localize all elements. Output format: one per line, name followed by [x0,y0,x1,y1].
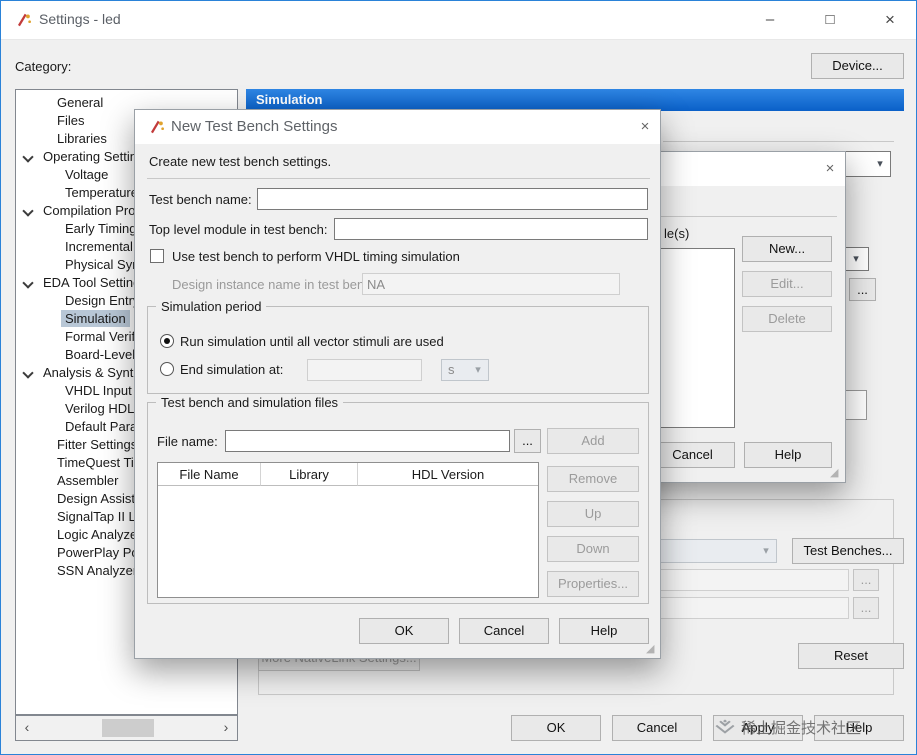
juejin-logo-icon [715,717,735,737]
watermark-text: 稀土掘金技术社区 [741,719,862,737]
watermark: 稀土掘金技术社区 [715,715,861,739]
simulation-period-group-label: Simulation period [156,299,267,314]
chevron-down-icon[interactable] [22,367,34,379]
design-instance-input[interactable] [362,273,620,295]
format-combobox-fragment[interactable]: ▾ [843,247,869,271]
tree-item-label: General [57,95,104,110]
down-button[interactable]: Down [547,536,639,562]
tree-item-label: SSN Analyzer [57,563,138,578]
vhdl-timing-checkbox[interactable] [150,249,164,263]
file-name-label: File name: [157,434,218,449]
chevron-down-icon[interactable]: ▾ [870,152,890,176]
tree-item-label: VHDL Input [65,383,132,398]
resize-grip[interactable]: ◢ [646,644,654,655]
tree-item-label: Fitter Settings [57,437,138,452]
output-directory-browse-button[interactable]: ... [849,278,876,301]
scroll-right-icon[interactable]: › [217,720,235,736]
end-time-input[interactable] [307,359,422,381]
file-name-input[interactable] [225,430,510,452]
test-benches-button[interactable]: Test Benches... [792,538,904,564]
test-bench-name-input[interactable] [257,188,648,210]
design-instance-label: Design instance name in test bench: [172,277,382,292]
cancel-button[interactable]: Cancel [612,715,702,741]
end-simulation-at-radio[interactable] [160,362,174,376]
run-until-stimuli-radio[interactable] [160,334,174,348]
remove-button[interactable]: Remove [547,466,639,492]
app-icon [15,11,33,29]
label-fragment: le(s) [664,226,690,241]
ok-button[interactable]: OK [359,618,449,644]
page-separator [663,141,894,142]
files-table[interactable]: File Name Library HDL Version [157,462,539,598]
reset-button[interactable]: Reset [798,643,904,669]
minimize-icon[interactable]: – [753,8,787,32]
window-titlebar[interactable]: Settings - led – □ × [1,1,916,40]
dialog-intro-text: Create new test bench settings. [149,154,332,169]
category-label: Category: [15,59,72,74]
close-icon[interactable]: × [818,158,842,180]
chevron-down-icon[interactable]: ▾ [756,540,776,562]
up-button[interactable]: Up [547,501,639,527]
dialog-titlebar[interactable]: New Test Bench Settings × [135,110,660,144]
add-button[interactable]: Add [547,428,639,454]
help-button[interactable]: Help [559,618,649,644]
tree-item-label: Assembler [57,473,119,488]
time-unit-combobox[interactable]: s ▾ [441,359,489,381]
tree-item-label: Voltage [65,167,109,182]
time-unit-value: s [448,362,455,377]
resize-grip[interactable]: ◢ [830,468,838,479]
ok-button[interactable]: OK [511,715,601,741]
tree-item-label: Simulation [61,310,130,327]
delete-button[interactable]: Delete [742,306,832,332]
script-browse-button[interactable]: ... [853,569,879,591]
files-group-label: Test bench and simulation files [156,395,344,410]
top-level-module-input[interactable] [334,218,648,240]
help-button[interactable]: Help [744,442,832,468]
run-until-stimuli-label: Run simulation until all vector stimuli … [180,334,444,349]
file-browse-button[interactable]: ... [514,429,541,453]
window-title: Settings - led [39,11,121,27]
app-icon [148,118,166,136]
close-icon[interactable]: × [633,116,657,138]
new-test-bench-settings-dialog: New Test Bench Settings × Create new tes… [134,109,661,659]
column-header-hdl-version: HDL Version [358,463,538,486]
script-browse-button-2[interactable]: ... [853,597,879,619]
tree-item-label: Libraries [57,131,107,146]
dialog-title: New Test Bench Settings [171,118,338,135]
test-bench-name-label: Test bench name: [149,192,252,207]
column-header-library: Library [261,463,358,486]
dialog-separator [147,178,650,179]
top-level-module-label: Top level module in test bench: [149,222,328,237]
close-icon[interactable]: × [873,8,907,32]
tree-horizontal-scrollbar[interactable]: ‹ › [15,715,238,741]
maximize-icon[interactable]: □ [813,8,847,32]
chevron-down-icon[interactable] [22,277,34,289]
cancel-button[interactable]: Cancel [650,442,735,468]
end-simulation-at-label: End simulation at: [180,362,284,377]
scrollbar-thumb[interactable] [102,719,154,737]
cancel-button[interactable]: Cancel [459,618,549,644]
edit-button[interactable]: Edit... [742,271,832,297]
vhdl-timing-checkbox-label: Use test bench to perform VHDL timing si… [172,249,460,264]
section-header: Simulation [246,89,904,111]
scroll-left-icon[interactable]: ‹ [18,720,36,736]
settings-window: Settings - led – □ × Category: Device...… [0,0,917,755]
tree-item-label: Files [57,113,85,128]
column-header-file-name: File Name [158,463,261,486]
new-button[interactable]: New... [742,236,832,262]
chevron-down-icon[interactable]: ▾ [844,248,868,270]
tree-item-label: Board-Level [65,347,136,362]
tree-item-label: Temperature [65,185,138,200]
chevron-down-icon[interactable] [22,151,34,163]
chevron-down-icon[interactable]: ▾ [468,360,488,380]
properties-button[interactable]: Properties... [547,571,639,597]
chevron-down-icon[interactable] [22,205,34,217]
device-button[interactable]: Device... [811,53,904,79]
